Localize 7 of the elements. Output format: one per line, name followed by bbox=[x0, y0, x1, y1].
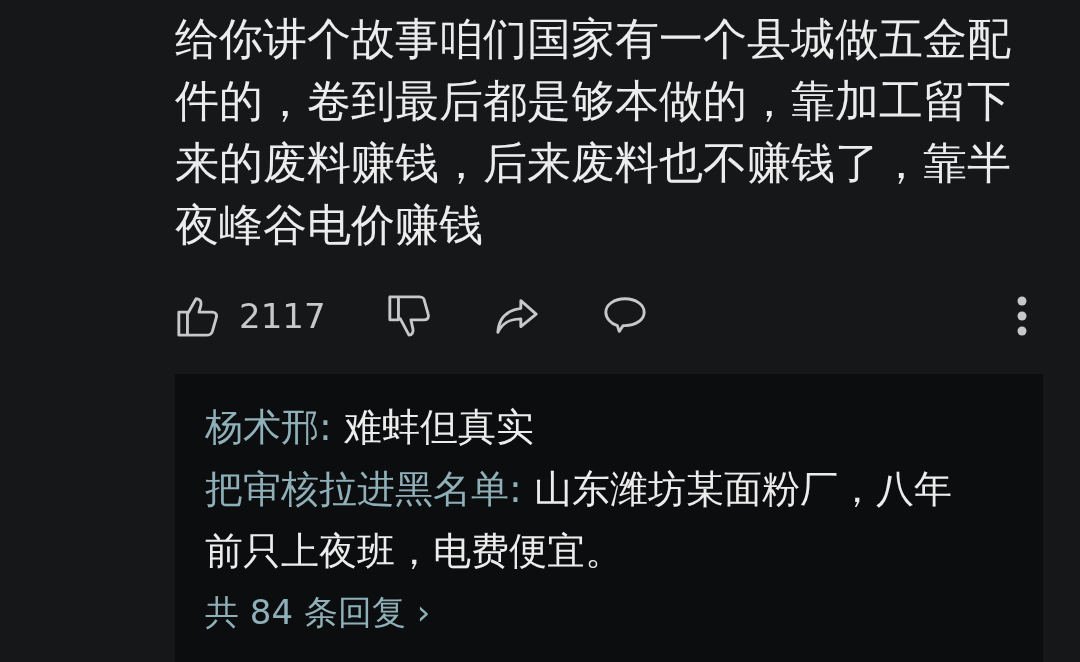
comment-text: 给你讲个故事咱们国家有一个县城做五金配件的，卷到最后都是够本做的，靠加工留下来的废料赚钱，后来废料也不赚钱了，靠半夜峰谷电价赚钱 bbox=[175, 12, 1012, 252]
reply-text: 杨术邢: 难蚌但真实 bbox=[205, 404, 535, 451]
thumbs-down-icon[interactable] bbox=[385, 293, 432, 339]
reply-text: 把审核拉进黑名单: 山东潍坊某面粉厂，八年前只上夜班，电费便宜。 bbox=[205, 466, 953, 575]
more-replies-link[interactable]: 共 84 条回复 › bbox=[205, 582, 431, 642]
more-icon[interactable] bbox=[1017, 296, 1027, 336]
like-count: 2117 bbox=[239, 296, 326, 336]
